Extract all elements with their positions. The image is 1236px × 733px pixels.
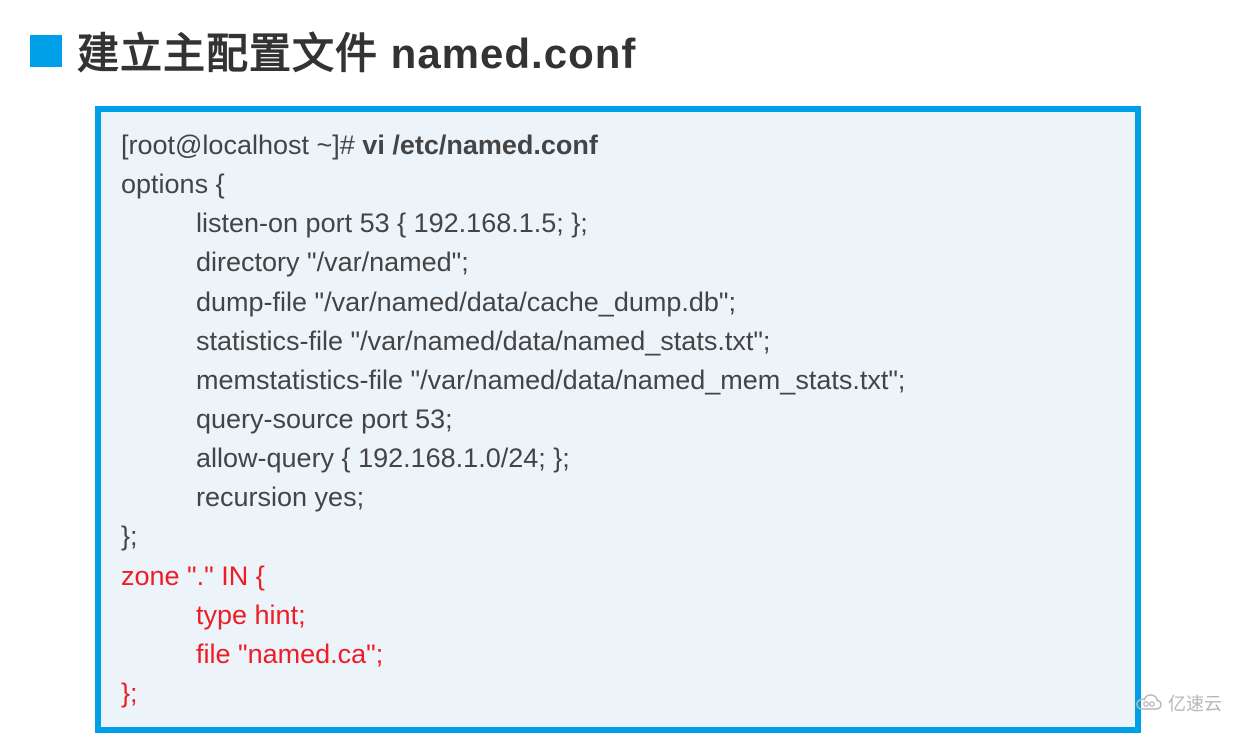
zone-close: };: [121, 674, 1115, 713]
cloud-icon: [1135, 693, 1163, 713]
vi-command: vi /etc/named.conf: [362, 130, 598, 160]
code-block: [root@localhost ~]# vi /etc/named.conf o…: [95, 106, 1141, 733]
zone-line: file "named.ca";: [121, 635, 1115, 674]
zone-line: type hint;: [121, 596, 1115, 635]
option-line: dump-file "/var/named/data/cache_dump.db…: [121, 283, 1115, 322]
option-line: listen-on port 53 { 192.168.1.5; };: [121, 204, 1115, 243]
bullet-square-icon: [30, 35, 62, 67]
watermark-text: 亿速云: [1168, 690, 1222, 716]
options-open: options {: [121, 165, 1115, 204]
option-line: query-source port 53;: [121, 400, 1115, 439]
command-line: [root@localhost ~]# vi /etc/named.conf: [121, 126, 1115, 165]
options-close: };: [121, 517, 1115, 556]
option-line: allow-query { 192.168.1.0/24; };: [121, 439, 1115, 478]
option-line: memstatistics-file "/var/named/data/name…: [121, 361, 1115, 400]
section-heading: 建立主配置文件 named.conf: [0, 0, 1236, 96]
option-line: statistics-file "/var/named/data/named_s…: [121, 322, 1115, 361]
zone-open: zone "." IN {: [121, 557, 1115, 596]
option-line: recursion yes;: [121, 478, 1115, 517]
heading-text: 建立主配置文件 named.conf: [77, 20, 636, 81]
watermark: 亿速云: [1135, 690, 1222, 716]
shell-prompt: [root@localhost ~]#: [121, 130, 362, 160]
option-line: directory "/var/named";: [121, 243, 1115, 282]
